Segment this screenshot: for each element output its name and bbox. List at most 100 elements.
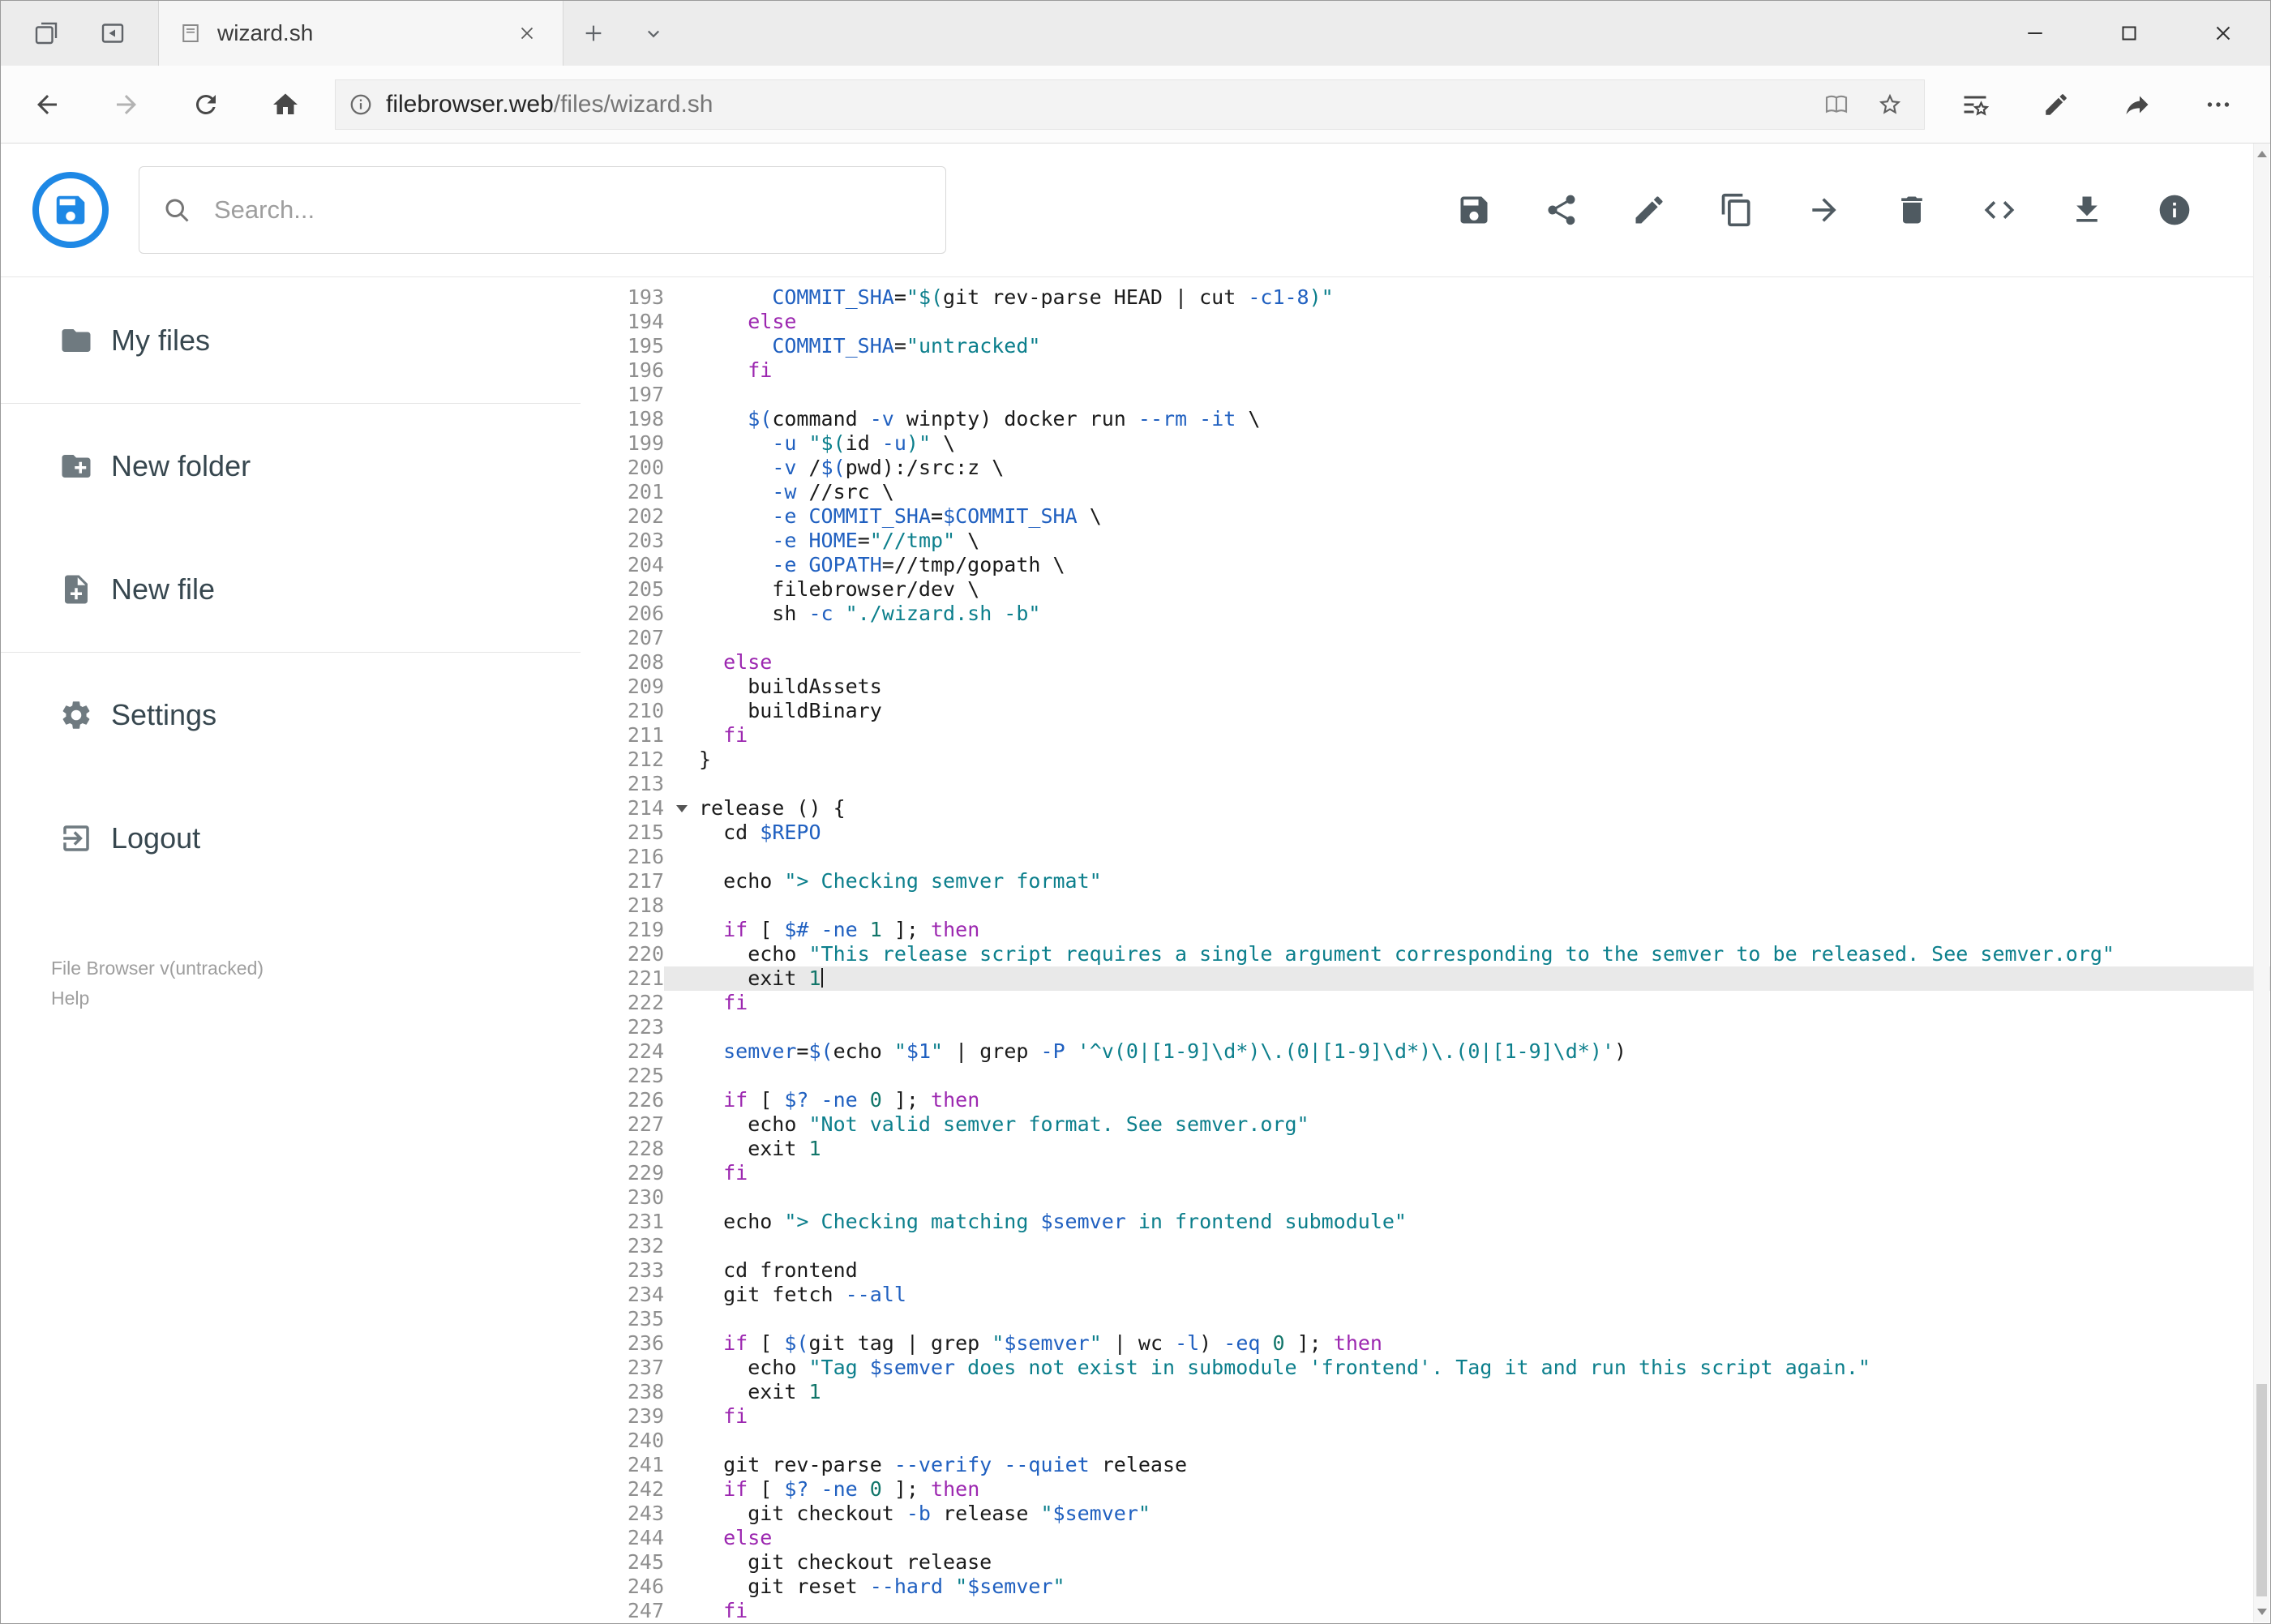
code-line[interactable]: 239 fi	[581, 1404, 2270, 1429]
code-text[interactable]: git checkout release	[699, 1550, 2270, 1575]
code-text[interactable]: if [ $(git tag | grep "$semver" | wc -l)…	[699, 1331, 2270, 1356]
code-text[interactable]: if [ $? -ne 0 ]; then	[699, 1477, 2270, 1502]
info-button[interactable]	[2157, 192, 2192, 228]
code-text[interactable]: -e GOPATH=//tmp/gopath \	[699, 553, 2270, 577]
home-button[interactable]	[246, 66, 325, 143]
code-line[interactable]: 225	[581, 1064, 2270, 1088]
close-button[interactable]	[2176, 1, 2270, 66]
code-text[interactable]	[699, 1185, 2270, 1210]
code-line[interactable]: 221 exit 1	[581, 966, 2270, 991]
copy-button[interactable]	[1719, 192, 1755, 228]
code-line[interactable]: 227 echo "Not valid semver format. See s…	[581, 1112, 2270, 1137]
code-line[interactable]: 213	[581, 772, 2270, 796]
sidebar-item-new-file[interactable]: New file	[1, 528, 581, 651]
code-line[interactable]: 207	[581, 626, 2270, 650]
code-line[interactable]: 231 echo "> Checking matching $semver in…	[581, 1210, 2270, 1234]
fold-arrow-icon[interactable]	[664, 796, 699, 821]
code-line[interactable]: 226 if [ $? -ne 0 ]; then	[581, 1088, 2270, 1112]
code-line[interactable]: 200 -v /$(pwd):/src:z \	[581, 456, 2270, 480]
code-line[interactable]: 205 filebrowser/dev \	[581, 577, 2270, 602]
sidebar-item-logout[interactable]: Logout	[1, 777, 581, 900]
code-line[interactable]: 198 $(command -v winpty) docker run --rm…	[581, 407, 2270, 431]
code-line[interactable]: 233 cd frontend	[581, 1258, 2270, 1283]
code-text[interactable]: echo "Not valid semver format. See semve…	[699, 1112, 2270, 1137]
code-line[interactable]: 241 git rev-parse --verify --quiet relea…	[581, 1453, 2270, 1477]
code-text[interactable]: semver=$(echo "$1" | grep -P '^v(0|[1-9]…	[699, 1039, 2270, 1064]
share-icon[interactable]	[2097, 66, 2178, 143]
code-line[interactable]: 219 if [ $# -ne 1 ]; then	[581, 918, 2270, 942]
code-text[interactable]: fi	[699, 1404, 2270, 1429]
code-line[interactable]: 220 echo "This release script requires a…	[581, 942, 2270, 966]
code-text[interactable]: echo "> Checking semver format"	[699, 869, 2270, 893]
code-text[interactable]: filebrowser/dev \	[699, 577, 2270, 602]
code-text[interactable]	[699, 1307, 2270, 1331]
code-text[interactable]: git reset --hard "$semver"	[699, 1575, 2270, 1599]
code-text[interactable]	[699, 772, 2270, 796]
filebrowser-logo[interactable]	[30, 169, 111, 251]
code-text[interactable]: }	[699, 748, 2270, 772]
maximize-button[interactable]	[2082, 1, 2176, 66]
code-line[interactable]: 235	[581, 1307, 2270, 1331]
forward-button[interactable]	[87, 66, 166, 143]
code-text[interactable]	[699, 383, 2270, 407]
code-line[interactable]: 240	[581, 1429, 2270, 1453]
code-line[interactable]: 211 fi	[581, 723, 2270, 748]
code-line[interactable]: 197	[581, 383, 2270, 407]
code-line[interactable]: 242 if [ $? -ne 0 ]; then	[581, 1477, 2270, 1502]
address-bar[interactable]: filebrowser.web/files/wizard.sh	[335, 79, 1925, 130]
code-line[interactable]: 229 fi	[581, 1161, 2270, 1185]
code-text[interactable]: -e HOME="//tmp" \	[699, 529, 2270, 553]
scrollbar-thumb[interactable]	[2256, 1384, 2267, 1596]
code-text[interactable]	[699, 893, 2270, 918]
code-text[interactable]	[699, 1015, 2270, 1039]
code-text[interactable]	[699, 845, 2270, 869]
code-text[interactable]: echo "> Checking matching $semver in fro…	[699, 1210, 2270, 1234]
code-text[interactable]: -v /$(pwd):/src:z \	[699, 456, 2270, 480]
share-button[interactable]	[1544, 192, 1579, 228]
code-line[interactable]: 245 git checkout release	[581, 1550, 2270, 1575]
download-button[interactable]	[2069, 192, 2105, 228]
code-line[interactable]: 232	[581, 1234, 2270, 1258]
code-line[interactable]: 238 exit 1	[581, 1380, 2270, 1404]
code-line[interactable]: 195 COMMIT_SHA="untracked"	[581, 334, 2270, 358]
code-line[interactable]: 206 sh -c "./wizard.sh -b"	[581, 602, 2270, 626]
code-text[interactable]: fi	[699, 991, 2270, 1015]
code-text[interactable]: else	[699, 650, 2270, 675]
code-text[interactable]: else	[699, 1526, 2270, 1550]
code-text[interactable]: -e COMMIT_SHA=$COMMIT_SHA \	[699, 504, 2270, 529]
code-text[interactable]: sh -c "./wizard.sh -b"	[699, 602, 2270, 626]
code-line[interactable]: 244 else	[581, 1526, 2270, 1550]
code-line[interactable]: 212}	[581, 748, 2270, 772]
code-text[interactable]: COMMIT_SHA="untracked"	[699, 334, 2270, 358]
vertical-scrollbar[interactable]	[2253, 144, 2269, 1622]
code-text[interactable]: $(command -v winpty) docker run --rm -it…	[699, 407, 2270, 431]
browser-tab[interactable]: wizard.sh	[158, 1, 563, 66]
help-link[interactable]: Help	[51, 988, 89, 1009]
code-line[interactable]: 208 else	[581, 650, 2270, 675]
code-line[interactable]: 218	[581, 893, 2270, 918]
url-text[interactable]: filebrowser.web/files/wizard.sh	[386, 91, 1823, 118]
code-text[interactable]: fi	[699, 358, 2270, 383]
code-line[interactable]: 236 if [ $(git tag | grep "$semver" | wc…	[581, 1331, 2270, 1356]
reading-view-icon[interactable]	[1823, 92, 1849, 118]
code-text[interactable]: -w //src \	[699, 480, 2270, 504]
code-line[interactable]: 210 buildBinary	[581, 699, 2270, 723]
code-line[interactable]: 223	[581, 1015, 2270, 1039]
save-button[interactable]	[1456, 192, 1492, 228]
code-text[interactable]: exit 1	[699, 1380, 2270, 1404]
more-ellipsis-icon[interactable]	[2178, 66, 2259, 143]
back-button[interactable]	[7, 66, 87, 143]
code-text[interactable]: cd frontend	[699, 1258, 2270, 1283]
sidebar-item-new-folder[interactable]: New folder	[1, 405, 581, 528]
code-line[interactable]: 203 -e HOME="//tmp" \	[581, 529, 2270, 553]
search-bar[interactable]	[139, 166, 946, 254]
code-text[interactable]	[699, 1429, 2270, 1453]
code-line[interactable]: 246 git reset --hard "$semver"	[581, 1575, 2270, 1599]
code-line[interactable]: 243 git checkout -b release "$semver"	[581, 1502, 2270, 1526]
code-text[interactable]: buildBinary	[699, 699, 2270, 723]
code-line[interactable]: 224 semver=$(echo "$1" | grep -P '^v(0|[…	[581, 1039, 2270, 1064]
code-text[interactable]: echo "This release script requires a sin…	[699, 942, 2270, 966]
move-button[interactable]	[1806, 192, 1842, 228]
code-text[interactable]	[699, 626, 2270, 650]
code-line[interactable]: 204 -e GOPATH=//tmp/gopath \	[581, 553, 2270, 577]
